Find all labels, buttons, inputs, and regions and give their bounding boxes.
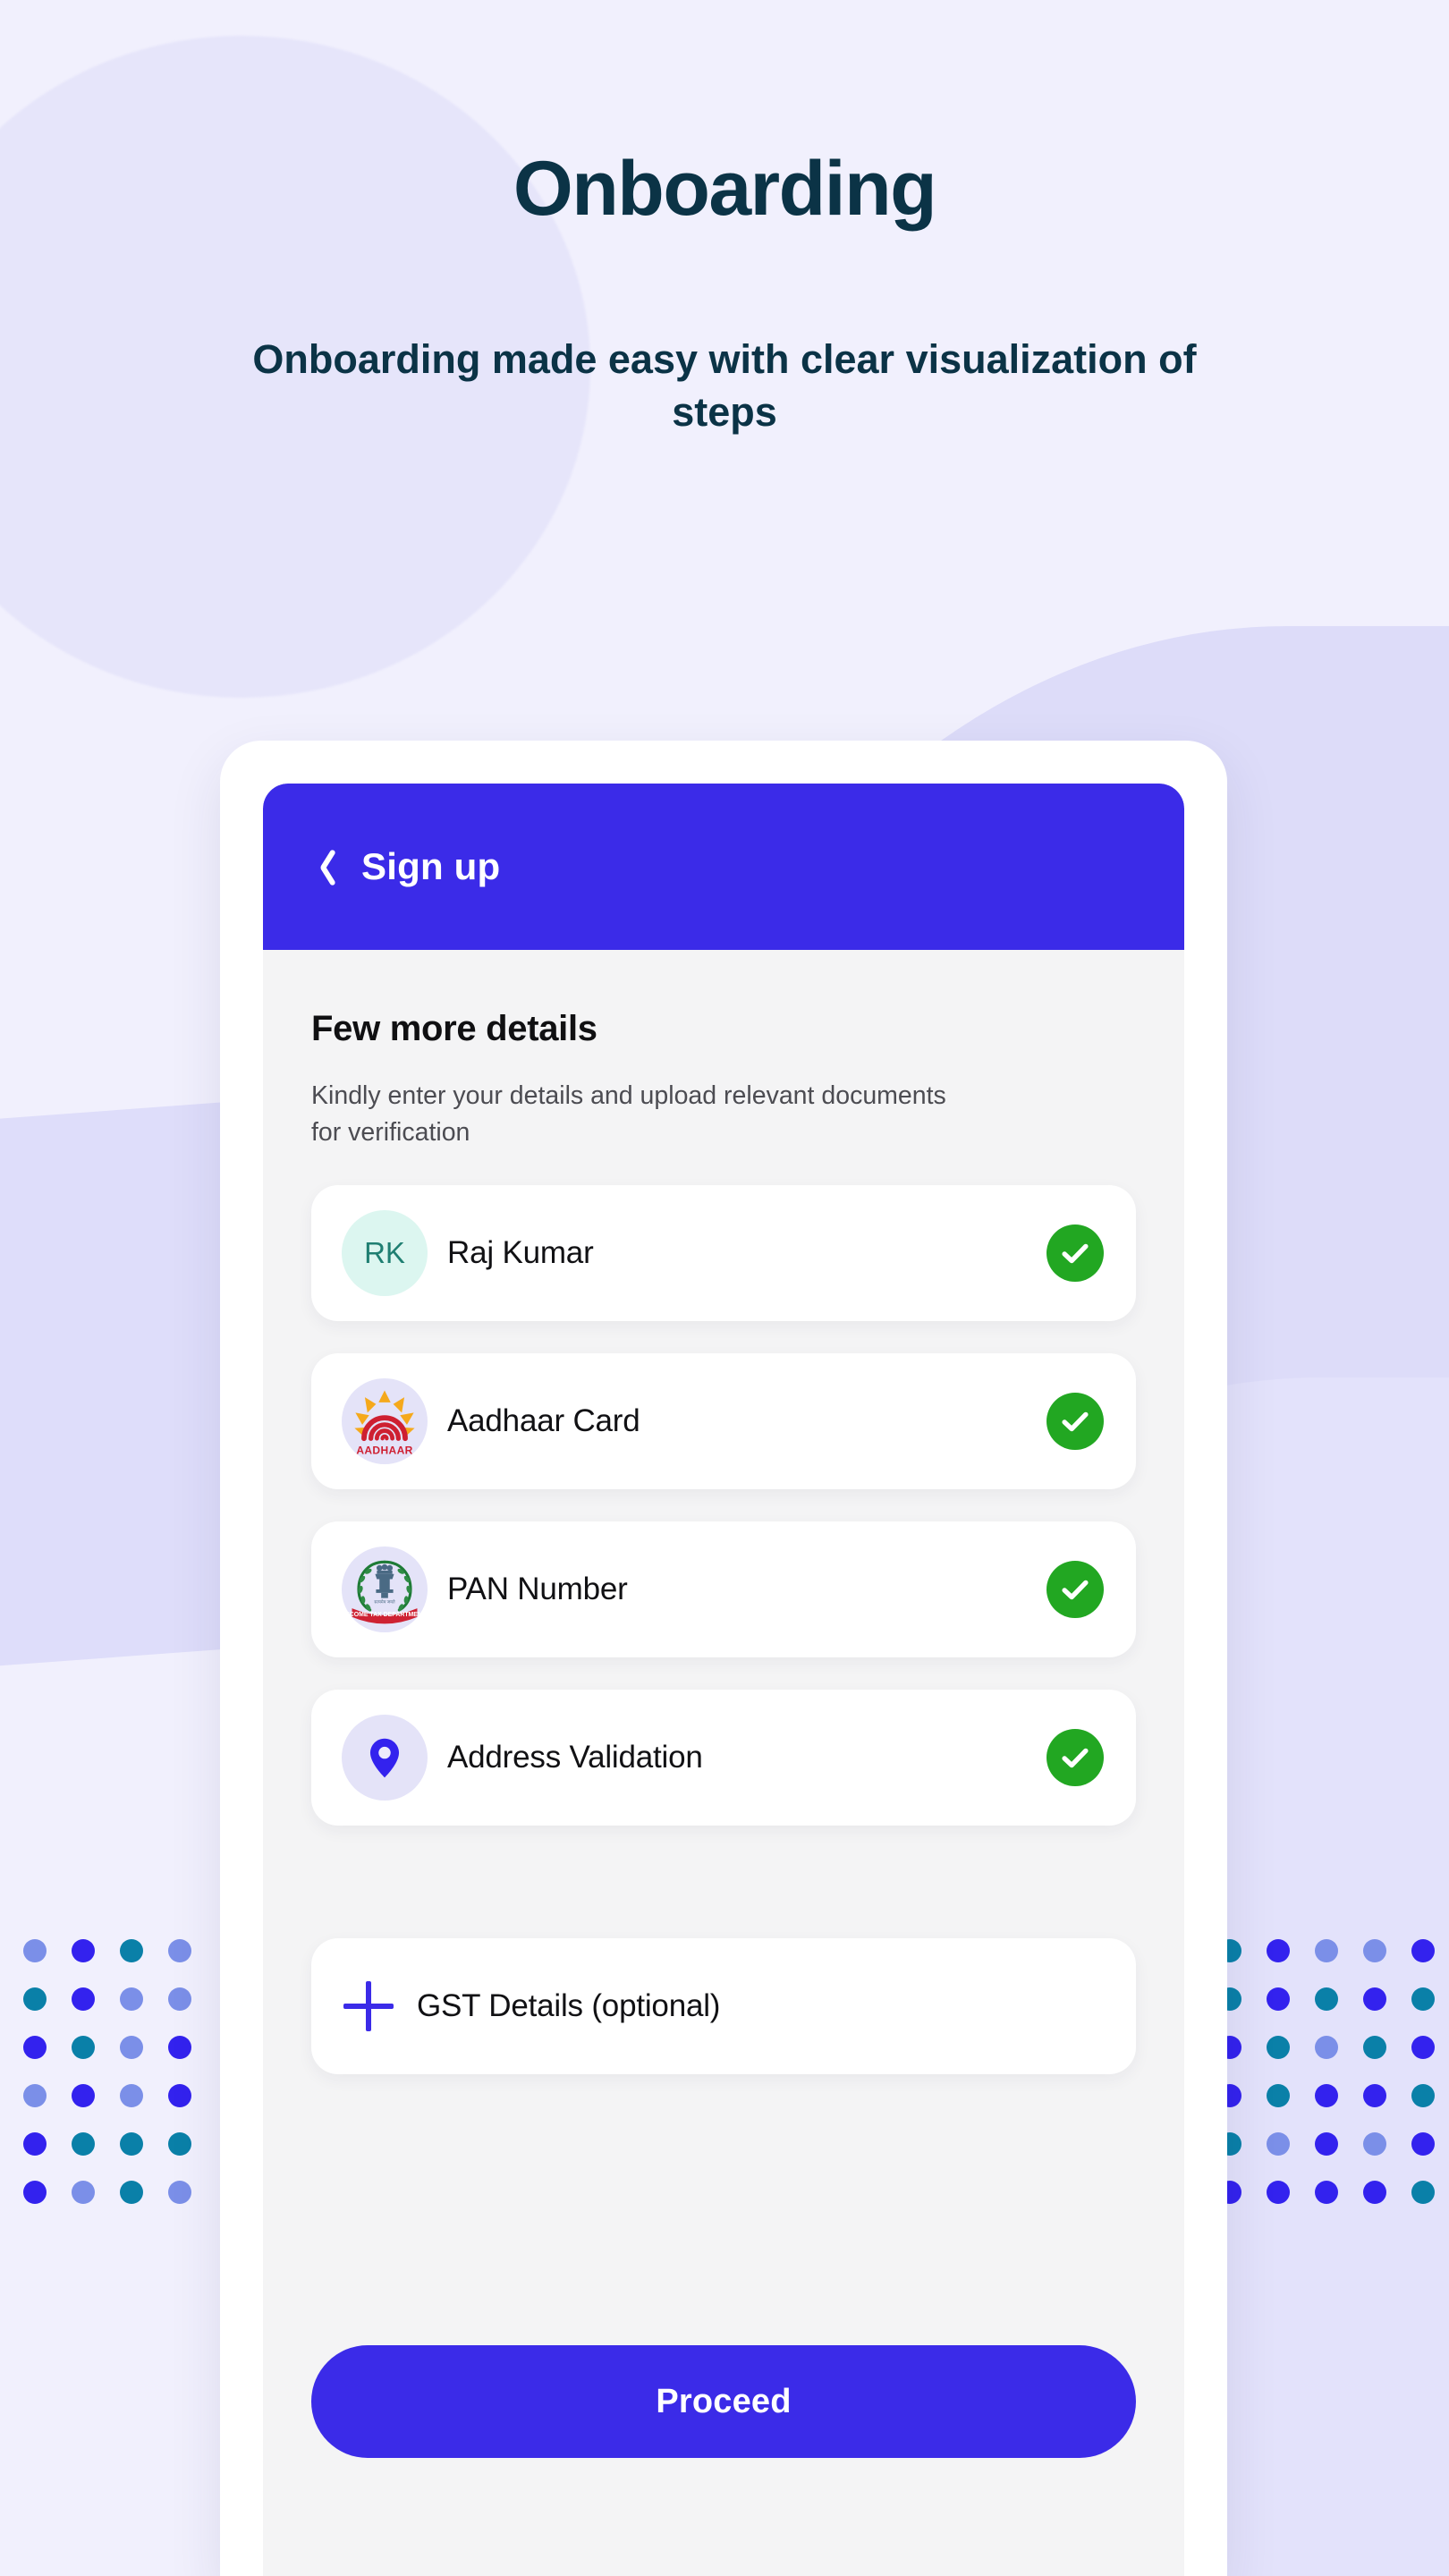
section-title: Few more details <box>311 1009 597 1048</box>
list-item-label: PAN Number <box>447 1572 628 1607</box>
decorative-dot <box>1267 2132 1290 2156</box>
page-subtitle: Onboarding made easy with clear visualiz… <box>252 336 1197 436</box>
decorative-dot <box>1315 1939 1338 1962</box>
decorative-dot <box>1267 1939 1290 1962</box>
decorative-dot <box>1363 2132 1386 2156</box>
svg-text:INCOME TAX DEPARTMENT: INCOME TAX DEPARTMENT <box>343 1612 427 1618</box>
add-gst-details-label: GST Details (optional) <box>417 1988 721 2024</box>
decorative-dot <box>1315 2036 1338 2059</box>
page-title: Onboarding <box>513 146 937 232</box>
decorative-dot <box>1315 2132 1338 2156</box>
decorative-dot <box>168 1987 191 2011</box>
dot-grid-left <box>23 1939 191 2204</box>
income-tax-department-emblem-icon: सत्यमेव जयते INCOME TAX DEPARTMENT <box>342 1546 428 1633</box>
decorative-dot <box>120 2132 143 2156</box>
svg-text:AADHAAR: AADHAAR <box>356 1445 412 1457</box>
app-bar-title: Sign up <box>361 845 501 887</box>
decorative-dot <box>1363 2084 1386 2107</box>
decorative-dot <box>72 1939 95 1962</box>
phone-mockup: Sign up Few more details Kindly enter yo… <box>220 741 1227 2576</box>
check-circle-icon <box>1046 1224 1104 1283</box>
decorative-dot <box>168 2132 191 2156</box>
decorative-dot <box>1411 1987 1435 2011</box>
list-item-raj-kumar[interactable]: RK Raj Kumar <box>311 1185 1136 1322</box>
decorative-dot <box>1363 1939 1386 1962</box>
list-item-aadhaar-card[interactable]: AADHAAR Aadhaar Card <box>311 1353 1136 1490</box>
list-item-pan-number[interactable]: सत्यमेव जयते INCOME TAX DEPARTMENT PAN N… <box>311 1521 1136 1658</box>
proceed-button[interactable]: Proceed <box>311 2345 1136 2458</box>
decorative-dot <box>72 2181 95 2204</box>
income-tax-emblem-badge: सत्यमेव जयते INCOME TAX DEPARTMENT <box>342 1546 428 1633</box>
decorative-dot <box>1411 1939 1435 1962</box>
decorative-dot <box>120 2181 143 2204</box>
svg-text:सत्यमेव जयते: सत्यमेव जयते <box>374 1598 395 1605</box>
decorative-dot <box>23 2084 47 2107</box>
decorative-dot <box>168 2181 191 2204</box>
decorative-dot <box>72 2132 95 2156</box>
decorative-dot <box>1267 2181 1290 2204</box>
list-item-label: Address Validation <box>447 1740 703 1775</box>
decorative-dot <box>72 1987 95 2011</box>
dot-grid-right <box>1218 1939 1435 2204</box>
check-circle-icon <box>1046 1729 1104 1787</box>
decorative-dot <box>1411 2084 1435 2107</box>
screen-body: Few more details Kindly enter your detai… <box>263 950 1184 2075</box>
decorative-dot <box>120 2036 143 2059</box>
section-description: Kindly enter your details and upload rel… <box>311 1081 946 1148</box>
decorative-dot <box>72 2084 95 2107</box>
aadhaar-logo-badge: AADHAAR <box>342 1378 428 1465</box>
check-circle-icon <box>1046 1561 1104 1619</box>
decorative-dot <box>1363 2036 1386 2059</box>
decorative-dot <box>23 2181 47 2204</box>
decorative-dot <box>72 2036 95 2059</box>
page-root: Onboarding Onboarding made easy with cle… <box>0 0 1449 2576</box>
avatar: RK <box>342 1210 428 1297</box>
map-pin-badge <box>342 1715 428 1801</box>
avatar-initials: RK <box>342 1210 428 1297</box>
app-bar: Sign up <box>263 784 1184 950</box>
decorative-dot <box>168 1939 191 1962</box>
phone-screen: Sign up Few more details Kindly enter yo… <box>263 784 1184 2576</box>
list-item-label: Raj Kumar <box>447 1235 594 1271</box>
cta-container: Proceed <box>311 2345 1136 2458</box>
decorative-dot <box>1411 2181 1435 2204</box>
decorative-dot <box>1267 2084 1290 2107</box>
decorative-dot <box>1363 1987 1386 2011</box>
details-list: RK Raj Kumar AADHAAR Aadhaar Card सत्यमे… <box>311 1185 1136 2075</box>
decorative-dot <box>1267 1987 1290 2011</box>
list-item-label: Aadhaar Card <box>447 1403 640 1439</box>
decorative-dot <box>23 2036 47 2059</box>
chevron-left-icon[interactable] <box>311 847 335 886</box>
map-pin-icon <box>342 1715 428 1801</box>
decorative-dot <box>23 1987 47 2011</box>
plus-icon <box>343 1981 394 2032</box>
decorative-dot <box>168 2084 191 2107</box>
decorative-dot <box>120 1939 143 1962</box>
decorative-dot <box>1315 2084 1338 2107</box>
check-circle-icon <box>1046 1393 1104 1451</box>
decorative-dot <box>23 1939 47 1962</box>
decorative-dot <box>1363 2181 1386 2204</box>
aadhaar-logo-icon: AADHAAR <box>342 1378 428 1465</box>
decorative-dot <box>168 2036 191 2059</box>
decorative-dot <box>120 1987 143 2011</box>
decorative-dot <box>120 2084 143 2107</box>
decorative-dot <box>1411 2036 1435 2059</box>
list-item-address-validation[interactable]: Address Validation <box>311 1690 1136 1826</box>
decorative-dot <box>1315 2181 1338 2204</box>
add-gst-details-button[interactable]: GST Details (optional) <box>311 1938 1136 2075</box>
decorative-dot <box>1411 2132 1435 2156</box>
decorative-dot <box>1267 2036 1290 2059</box>
decorative-dot <box>1315 1987 1338 2011</box>
decorative-dot <box>23 2132 47 2156</box>
